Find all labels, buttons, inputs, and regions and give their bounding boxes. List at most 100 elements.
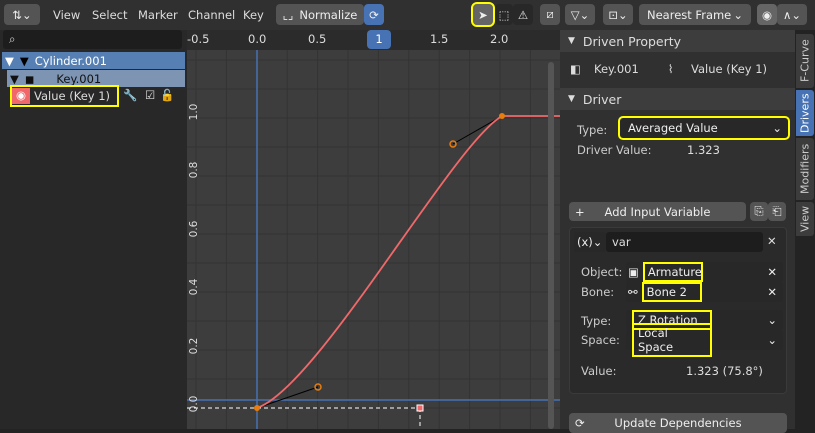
keyframe-point[interactable]	[499, 113, 505, 119]
object-field[interactable]: ▣ Armature ✕	[626, 262, 783, 282]
driver-value-label: Driver Value:	[577, 143, 652, 157]
graph-area[interactable]	[187, 30, 560, 429]
box-select-icon[interactable]: ⬚	[495, 4, 513, 25]
var-type: (x)	[577, 235, 593, 249]
wrench-icon[interactable]: 🔧	[123, 88, 137, 102]
shapekey-icon: ◧	[570, 62, 581, 76]
chevron-down-icon: ⌄	[767, 313, 777, 327]
filter-icon[interactable]: ▽⌄	[565, 4, 595, 25]
y-tick: 1.0	[188, 103, 200, 121]
close-icon[interactable]: ✕	[767, 234, 777, 248]
driver-type-dropdown[interactable]: Averaged Value ⌄	[618, 116, 790, 140]
menu-marker[interactable]: Marker	[138, 8, 178, 22]
driven-id: Key.001	[594, 62, 639, 76]
plus-icon: +	[575, 204, 585, 219]
driver-title: Driver	[582, 91, 622, 107]
object-value: Armature	[642, 262, 703, 282]
menu-key[interactable]: Key	[243, 8, 264, 22]
space-dropdown[interactable]: Local Space ⌄	[626, 323, 783, 357]
add-var-label: Add Input Variable	[604, 204, 711, 219]
driven-prop: Value (Key 1)	[691, 62, 768, 76]
warning-icon[interactable]: ⚠	[513, 4, 533, 25]
y-tick: 0.4	[188, 278, 200, 296]
eye-icon[interactable]: ◉	[12, 88, 30, 104]
object-label: Cylinder.001	[34, 53, 107, 68]
tab-fcurve[interactable]: F-Curve	[796, 34, 814, 88]
driver-type-value: Averaged Value	[628, 121, 718, 135]
channel-object[interactable]: ▼ ▼ Cylinder.001	[2, 52, 185, 69]
snap-dropdown[interactable]: Nearest Frame ⌄	[639, 4, 751, 25]
tab-modifiers[interactable]: Modifiers	[796, 138, 814, 200]
sidebar-tabs: F-Curve Drivers Modifiers View	[795, 30, 815, 429]
fcurve-label: Value (Key 1)	[34, 89, 111, 103]
chevron-down-icon: ⌄	[772, 121, 782, 135]
shapekey-icon: ◼	[24, 71, 35, 86]
channel-fcurve[interactable]: ◉ Value (Key 1)	[10, 85, 119, 107]
object-label: Object:	[581, 265, 623, 279]
tab-view[interactable]: View	[796, 202, 814, 236]
view-bounds-icon[interactable]: ⧄	[540, 4, 560, 25]
snap-label: Nearest Frame	[647, 7, 732, 22]
paste-vars-icon[interactable]: ⎗	[768, 202, 786, 221]
refresh-icon: ⟳	[575, 416, 585, 430]
auto-normalize-icon[interactable]: ⟳	[364, 4, 384, 25]
object-icon: ▣	[628, 265, 639, 279]
grid	[187, 50, 560, 429]
search-icon: ⌕	[9, 32, 16, 46]
variable-type-dropdown[interactable]: (x) ⌄	[574, 232, 606, 252]
type-label: Type:	[577, 123, 608, 137]
ruler-tick: 1.5	[430, 32, 449, 46]
current-frame-indicator[interactable]: 1	[367, 30, 391, 49]
driver-header[interactable]: ▼ Driver	[560, 88, 795, 110]
y-tick: 0.2	[188, 337, 200, 354]
copy-vars-icon[interactable]: ⎘	[750, 202, 768, 221]
bone-field[interactable]: ⚯ Bone 2 ✕	[626, 282, 783, 302]
mesh-icon: ▼	[19, 53, 29, 68]
vtype-label: Type:	[581, 314, 612, 328]
update-dependencies-button[interactable]: ⟳ Update Dependencies	[569, 413, 787, 433]
normalize-toggle[interactable]: ⌞⌟ Normalize	[276, 4, 364, 25]
expand-icon: ▼	[10, 71, 19, 86]
value-label: Value:	[581, 364, 617, 378]
ruler-tick: -0.5	[187, 32, 210, 46]
menu-view[interactable]: View	[53, 8, 80, 22]
channel-search-input[interactable]: ⌕	[3, 30, 182, 49]
tab-drivers[interactable]: Drivers	[796, 90, 814, 136]
channel-key[interactable]: ▼ ◼ Key.001	[7, 70, 185, 87]
space-value: Local Space	[632, 323, 712, 357]
dna-icon: ⌇	[668, 62, 674, 76]
expand-icon: ▼	[5, 53, 14, 68]
menu-channel[interactable]: Channel	[188, 8, 235, 22]
space-label: Space:	[581, 333, 620, 347]
scrollbar[interactable]	[548, 62, 554, 429]
driven-property-header[interactable]: ▼ Driven Property	[560, 30, 795, 52]
driver-value: 1.323	[687, 143, 720, 157]
close-icon[interactable]: ✕	[767, 265, 777, 279]
pivot-icon[interactable]: ⊡⌄	[603, 4, 633, 25]
collapse-icon: ▼	[568, 94, 575, 104]
lock-icon[interactable]: 🔓	[160, 88, 174, 102]
y-tick: 0.0	[188, 395, 200, 413]
variable-value: 1.323 (75.8°)	[686, 364, 763, 378]
add-input-variable-button[interactable]: + Add Input Variable	[569, 202, 746, 221]
keyframe-point[interactable]	[254, 405, 260, 411]
eval-point	[416, 404, 424, 412]
ruler-tick: 0.5	[308, 32, 327, 46]
key-label: Key.001	[56, 71, 102, 86]
chevron-down-icon: ⌄	[733, 7, 743, 22]
close-icon[interactable]: ✕	[767, 285, 777, 299]
falloff-icon[interactable]: ∧⌄	[777, 4, 807, 25]
ruler-tick: 0.0	[248, 32, 267, 46]
variable-name-input[interactable]: var	[606, 232, 763, 252]
menu-select[interactable]: Select	[92, 8, 127, 22]
bone-label: Bone:	[581, 285, 615, 299]
var-name: var	[612, 235, 631, 249]
editor-type-button[interactable]: ⇅⌄	[4, 4, 40, 25]
select-cursor-icon[interactable]: ➤	[471, 2, 495, 27]
ruler-tick: 2.0	[490, 32, 509, 46]
proportional-icon[interactable]: ◉	[757, 4, 777, 25]
checkbox-icon[interactable]: ☑	[145, 88, 155, 102]
normalize-label: Normalize	[299, 7, 358, 22]
update-label: Update Dependencies	[614, 416, 742, 430]
frame-ruler[interactable]: -0.5 0.0 0.5 1 1.5 2.0	[187, 30, 560, 50]
